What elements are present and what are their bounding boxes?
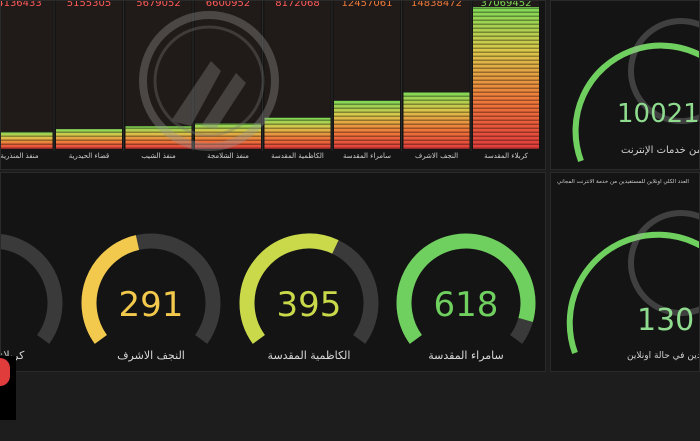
gauge-label-kadhimiya: الكاظمية المقدسة [267, 349, 351, 362]
bar-category-label: قضاء الحيدرية [68, 152, 110, 160]
bar-chart-panel: 37069452 كربلاء المقدسة 14838472 النجف الاش… [0, 0, 546, 170]
gauges-panel: 618 سامراء المقدسة 395 الكاظمية المقدسة … [0, 172, 546, 372]
bar-stripes [473, 7, 539, 149]
bar-value-label: 6600952 [205, 0, 251, 9]
bar-value-label: 8172068 [275, 0, 320, 9]
bar-category-label: الكاظمية المقدسة [271, 152, 324, 160]
gauge-value-najaf: 291 [118, 285, 184, 325]
bar-value-label: 37069452 [480, 0, 532, 9]
gauge-label-najaf: النجف الاشرف [117, 349, 185, 362]
watermark-emblem-icon [628, 210, 699, 316]
bar-category-label: منفذ المنذرية [0, 152, 39, 160]
bar-category-label: كربلاء المقدسة [484, 152, 528, 160]
total-value-top: 1002120 [617, 99, 700, 129]
total-gauge-bottom [566, 210, 699, 355]
bar-background [56, 1, 122, 130]
right-top-panel: 1002120 ة من خدمات الإنترنت [550, 0, 700, 170]
bar-stripes [1, 131, 53, 149]
bar-category-label: سامراء المقدسة [342, 152, 392, 160]
bar-value-label: 4136433 [0, 0, 42, 9]
bar-category-label: منفذ الشلامجة [207, 152, 249, 160]
total-label-top: ة من خدمات الإنترنت [621, 145, 699, 156]
online-total-label: تفيدين في حالة اونلاين [627, 351, 699, 361]
bar-background [1, 1, 53, 132]
alert-dot-icon [0, 358, 10, 386]
right-bottom-panel: العدد الكلي اونلاين للمستفيدين من خدمة ا… [550, 172, 700, 372]
gauge-label-samarra: سامراء المقدسة [428, 349, 504, 362]
bar-value-label: 14838472 [411, 0, 462, 9]
bar-background [403, 1, 470, 93]
gauges [1, 233, 536, 344]
gauge-value-karbala: 4 [1, 285, 13, 325]
bar-value-label: 5155305 [66, 0, 112, 9]
gauge-value-samarra: 618 [433, 285, 499, 325]
bar-value-label: 12457061 [341, 0, 393, 9]
online-total-value: 130 [637, 303, 695, 338]
bar-category-label: النجف الاشرف [414, 152, 459, 160]
bar-value-label: 5679052 [136, 0, 181, 9]
bar-stripes [403, 92, 470, 149]
bar-stripes [264, 117, 331, 149]
bar-background [334, 1, 400, 101]
bar-chart [1, 1, 539, 151]
gauge-value-kadhimiya: 395 [276, 285, 342, 325]
bar-stripes [334, 100, 400, 149]
bar-stripes [56, 129, 122, 149]
notification-badge[interactable] [0, 356, 16, 420]
bar-category-label: منفذ الشيب [141, 152, 176, 160]
